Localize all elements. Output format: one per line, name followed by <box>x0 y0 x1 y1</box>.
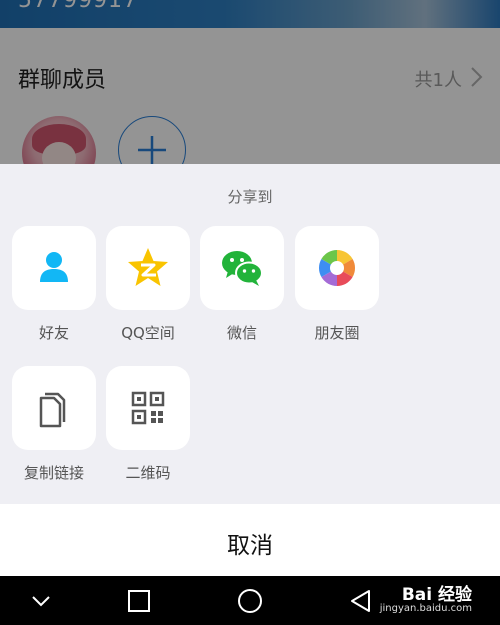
back-triangle-icon[interactable] <box>348 588 374 614</box>
share-option-friend[interactable] <box>12 226 96 310</box>
wechat-icon <box>222 251 263 286</box>
share-sheet-title: 分享到 <box>227 188 273 206</box>
share-option-label: 好友 <box>38 324 69 342</box>
cancel-button[interactable]: 取消 <box>0 504 500 576</box>
share-option-copy-link[interactable] <box>12 366 96 450</box>
share-option-label: 二维码 <box>125 464 171 482</box>
baidu-watermark-url: jingyan.baidu.com <box>379 603 472 614</box>
share-option-wechat[interactable] <box>200 226 284 310</box>
share-option-moments[interactable] <box>295 226 379 310</box>
share-option-qzone[interactable] <box>106 226 190 310</box>
dim-overlay[interactable] <box>0 0 500 164</box>
share-option-label: QQ空间 <box>121 324 175 342</box>
recents-square-icon[interactable] <box>126 588 152 614</box>
share-option-qr-code[interactable] <box>106 366 190 450</box>
share-sheet: 分享到 好友 QQ空间 微信 朋友圈 复制链接 二维码 <box>0 164 500 504</box>
baidu-watermark: Bai 经验 <box>401 585 472 605</box>
share-option-label: 朋友圈 <box>314 324 360 342</box>
copy-link-icon <box>39 392 66 428</box>
qr-code-icon <box>131 391 165 425</box>
share-option-label: 微信 <box>226 324 257 342</box>
qzone-star-icon <box>128 248 168 286</box>
friend-person-icon <box>40 252 68 282</box>
moments-aperture-icon <box>318 250 356 286</box>
home-circle-icon[interactable] <box>237 588 263 614</box>
share-option-label: 复制链接 <box>23 464 84 482</box>
cancel-label: 取消 <box>227 533 273 559</box>
collapse-chevron-icon[interactable] <box>28 588 54 614</box>
